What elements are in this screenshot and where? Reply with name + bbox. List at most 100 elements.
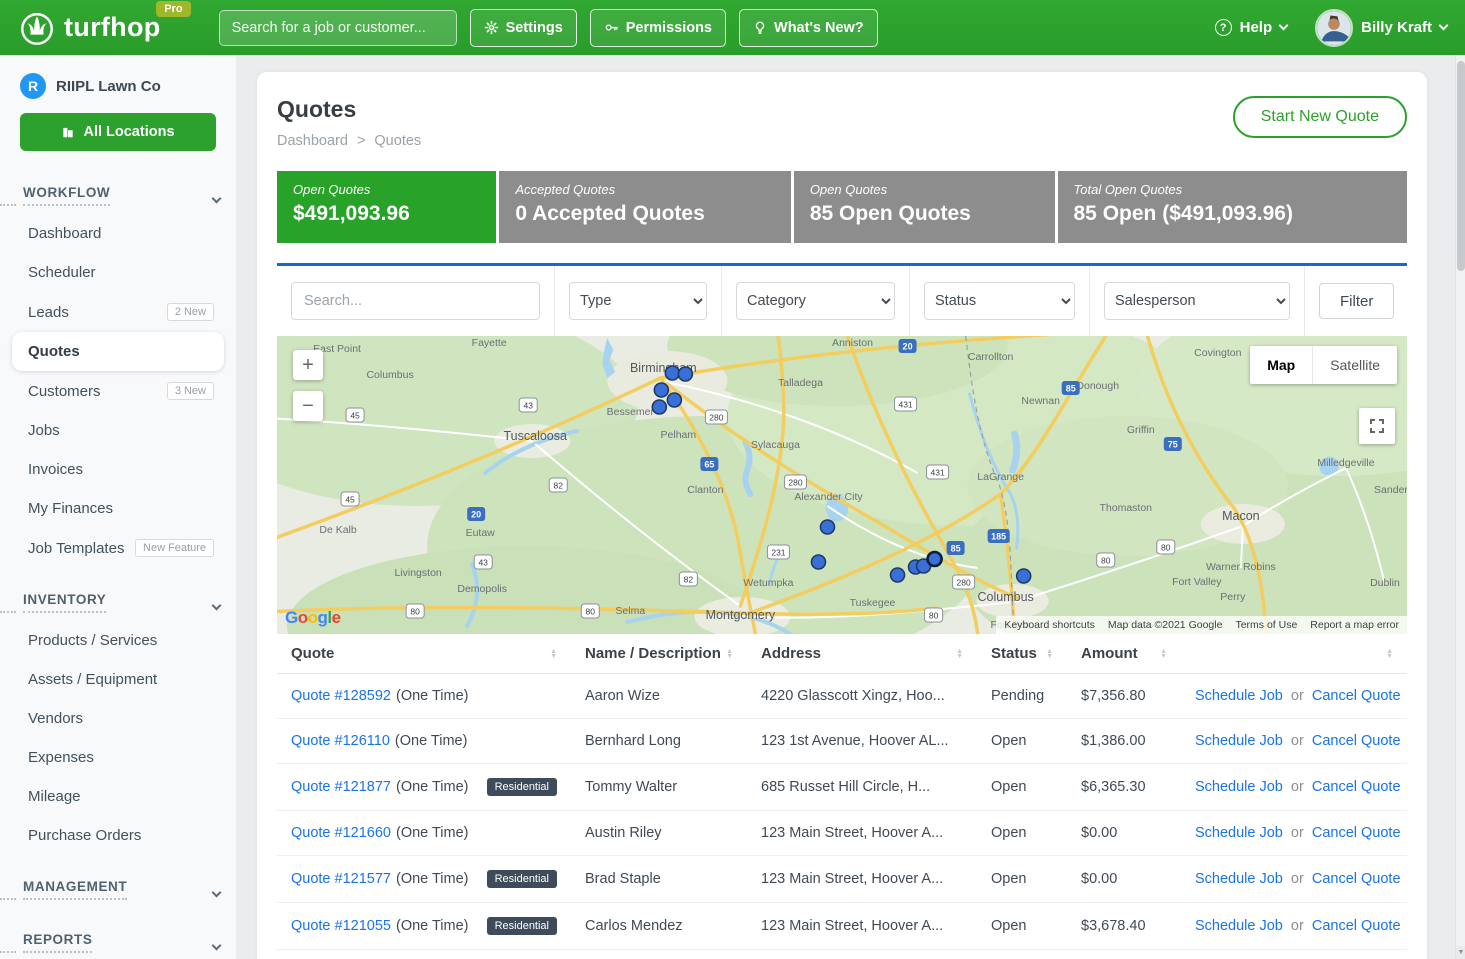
sort-icon[interactable]: ▲▼ xyxy=(956,649,963,659)
column-header-quote[interactable]: Quote▲▼ xyxy=(277,634,571,674)
sidebar-item-vendors[interactable]: Vendors xyxy=(12,699,224,738)
zoom-out-button[interactable]: − xyxy=(293,391,323,421)
all-locations-button[interactable]: All Locations xyxy=(20,113,216,151)
quote-link[interactable]: Quote #121055 xyxy=(291,918,391,934)
sort-icon[interactable]: ▲▼ xyxy=(1160,649,1167,659)
quote-link[interactable]: Quote #121577 xyxy=(291,871,391,887)
sidebar-item-customers[interactable]: Customers3 New xyxy=(12,371,224,411)
svg-text:431: 431 xyxy=(898,400,912,410)
map-marker[interactable] xyxy=(667,393,681,407)
quote-link[interactable]: Quote #128592 xyxy=(291,688,391,704)
sidebar-item-products-services[interactable]: Products / Services xyxy=(12,621,224,660)
cancel-quote-link[interactable]: Cancel Quote xyxy=(1312,918,1401,934)
sidebar-item-expenses[interactable]: Expenses xyxy=(12,738,224,777)
company-switcher[interactable]: R RIIPL Lawn Co xyxy=(0,55,236,99)
quotes-table-body: Quote #128592 (One Time) Aaron Wize 4220… xyxy=(277,674,1407,950)
sidebar-item-assets-equipment[interactable]: Assets / Equipment xyxy=(12,660,224,699)
breadcrumb-separator: > xyxy=(357,133,365,149)
sidebar-item-purchase-orders[interactable]: Purchase Orders xyxy=(12,816,224,855)
column-header-name-description[interactable]: Name / Description ▲▼ xyxy=(571,634,747,674)
column-header-status[interactable]: Status▲▼ xyxy=(977,634,1067,674)
map-marker[interactable] xyxy=(1017,569,1031,583)
stat-card-3: Total Open Quotes85 Open ($491,093.96) xyxy=(1058,171,1408,243)
column-header-amount[interactable]: Amount▲▼ xyxy=(1067,634,1181,674)
google-logo[interactable]: Google xyxy=(285,608,341,628)
category-select[interactable]: Category xyxy=(736,282,895,320)
scrollbar-down-arrow[interactable] xyxy=(1456,946,1465,959)
scrollbar-thumb[interactable] xyxy=(1457,61,1465,271)
help-menu[interactable]: ? Help xyxy=(1215,19,1288,36)
schedule-job-link[interactable]: Schedule Job xyxy=(1195,733,1283,749)
map-marker[interactable] xyxy=(811,555,825,569)
breadcrumb-dashboard[interactable]: Dashboard xyxy=(277,133,348,149)
satellite-view-button[interactable]: Satellite xyxy=(1312,346,1397,384)
quote-link[interactable]: Quote #126110 xyxy=(291,733,390,749)
sidebar-item-dashboard[interactable]: Dashboard xyxy=(12,214,224,253)
quote-status: Open xyxy=(977,764,1067,811)
map-marker[interactable] xyxy=(665,366,679,380)
user-menu[interactable]: Billy Kraft xyxy=(1315,9,1447,47)
cancel-quote-link[interactable]: Cancel Quote xyxy=(1312,779,1401,795)
map-view-button[interactable]: Map xyxy=(1250,346,1312,384)
sidebar-item-quotes[interactable]: Quotes xyxy=(12,332,224,371)
permissions-button[interactable]: Permissions xyxy=(590,9,726,47)
sidebar-item-scheduler[interactable]: Scheduler xyxy=(12,253,224,292)
map-marker[interactable] xyxy=(678,367,692,381)
settings-button[interactable]: Settings xyxy=(470,9,577,47)
zoom-in-button[interactable]: + xyxy=(293,350,323,380)
cancel-quote-link[interactable]: Cancel Quote xyxy=(1312,733,1401,749)
map-attribution-item[interactable]: Report a map error xyxy=(1310,619,1399,631)
brand-logo[interactable]: turfhop Pro xyxy=(18,9,161,47)
map-marker[interactable] xyxy=(652,400,666,414)
residential-badge: Residential xyxy=(487,870,557,888)
map-terrain xyxy=(277,336,1407,634)
sidebar-item-job-templates[interactable]: Job TemplatesNew Feature xyxy=(12,528,224,568)
sidebar-section-management[interactable]: MANAGEMENT xyxy=(0,869,236,908)
start-new-quote-button[interactable]: Start New Quote xyxy=(1233,96,1407,138)
quote-link[interactable]: Quote #121877 xyxy=(291,779,391,795)
type-select[interactable]: Type xyxy=(569,282,707,320)
map-marker[interactable] xyxy=(928,552,942,566)
sidebar-item-invoices[interactable]: Invoices xyxy=(12,450,224,489)
avatar xyxy=(1315,9,1353,47)
table-search-input[interactable] xyxy=(291,282,540,320)
schedule-job-link[interactable]: Schedule Job xyxy=(1195,918,1283,934)
quote-status: Pending xyxy=(977,674,1067,719)
map-marker[interactable] xyxy=(820,520,834,534)
status-select[interactable]: Status xyxy=(924,282,1075,320)
sidebar-item-leads[interactable]: Leads2 New xyxy=(12,292,224,332)
sidebar-section-inventory[interactable]: INVENTORY xyxy=(0,582,236,621)
sort-icon[interactable]: ▲▼ xyxy=(550,649,557,659)
map-marker[interactable] xyxy=(654,383,668,397)
global-search-input[interactable] xyxy=(219,10,457,46)
sort-icon[interactable]: ▲▼ xyxy=(1386,649,1393,659)
schedule-job-link[interactable]: Schedule Job xyxy=(1195,779,1283,795)
map-attribution-item[interactable]: Keyboard shortcuts xyxy=(1004,619,1094,631)
whats-new-button[interactable]: What's New? xyxy=(739,9,878,47)
column-label: Name / Description xyxy=(585,645,721,662)
sidebar-section-workflow[interactable]: WORKFLOW xyxy=(0,175,236,214)
column-header-address[interactable]: Address▲▼ xyxy=(747,634,977,674)
fullscreen-button[interactable] xyxy=(1359,408,1395,444)
map-marker[interactable] xyxy=(891,568,905,582)
route-shield: 80 xyxy=(1157,540,1175,554)
map-attribution-item[interactable]: Terms of Use xyxy=(1235,619,1297,631)
sort-icon[interactable]: ▲▼ xyxy=(726,649,733,659)
map-canvas[interactable]: East PointFayetteColumbusAnnistonCarroll… xyxy=(277,336,1407,634)
schedule-job-link[interactable]: Schedule Job xyxy=(1195,688,1283,704)
cancel-quote-link[interactable]: Cancel Quote xyxy=(1312,688,1401,704)
svg-text:20: 20 xyxy=(471,510,481,520)
schedule-job-link[interactable]: Schedule Job xyxy=(1195,871,1283,887)
sort-icon[interactable]: ▲▼ xyxy=(1046,649,1053,659)
column-header-actions[interactable]: ▲▼ xyxy=(1181,634,1407,674)
cancel-quote-link[interactable]: Cancel Quote xyxy=(1312,825,1401,841)
schedule-job-link[interactable]: Schedule Job xyxy=(1195,825,1283,841)
sidebar-item-my-finances[interactable]: My Finances xyxy=(12,489,224,528)
salesperson-select[interactable]: Salesperson xyxy=(1104,282,1290,320)
cancel-quote-link[interactable]: Cancel Quote xyxy=(1312,871,1401,887)
filter-button[interactable]: Filter xyxy=(1319,283,1394,319)
sidebar-item-mileage[interactable]: Mileage xyxy=(12,777,224,816)
sidebar-item-jobs[interactable]: Jobs xyxy=(12,411,224,450)
sidebar-section-reports[interactable]: REPORTS xyxy=(0,922,236,959)
quote-link[interactable]: Quote #121660 xyxy=(291,825,391,841)
